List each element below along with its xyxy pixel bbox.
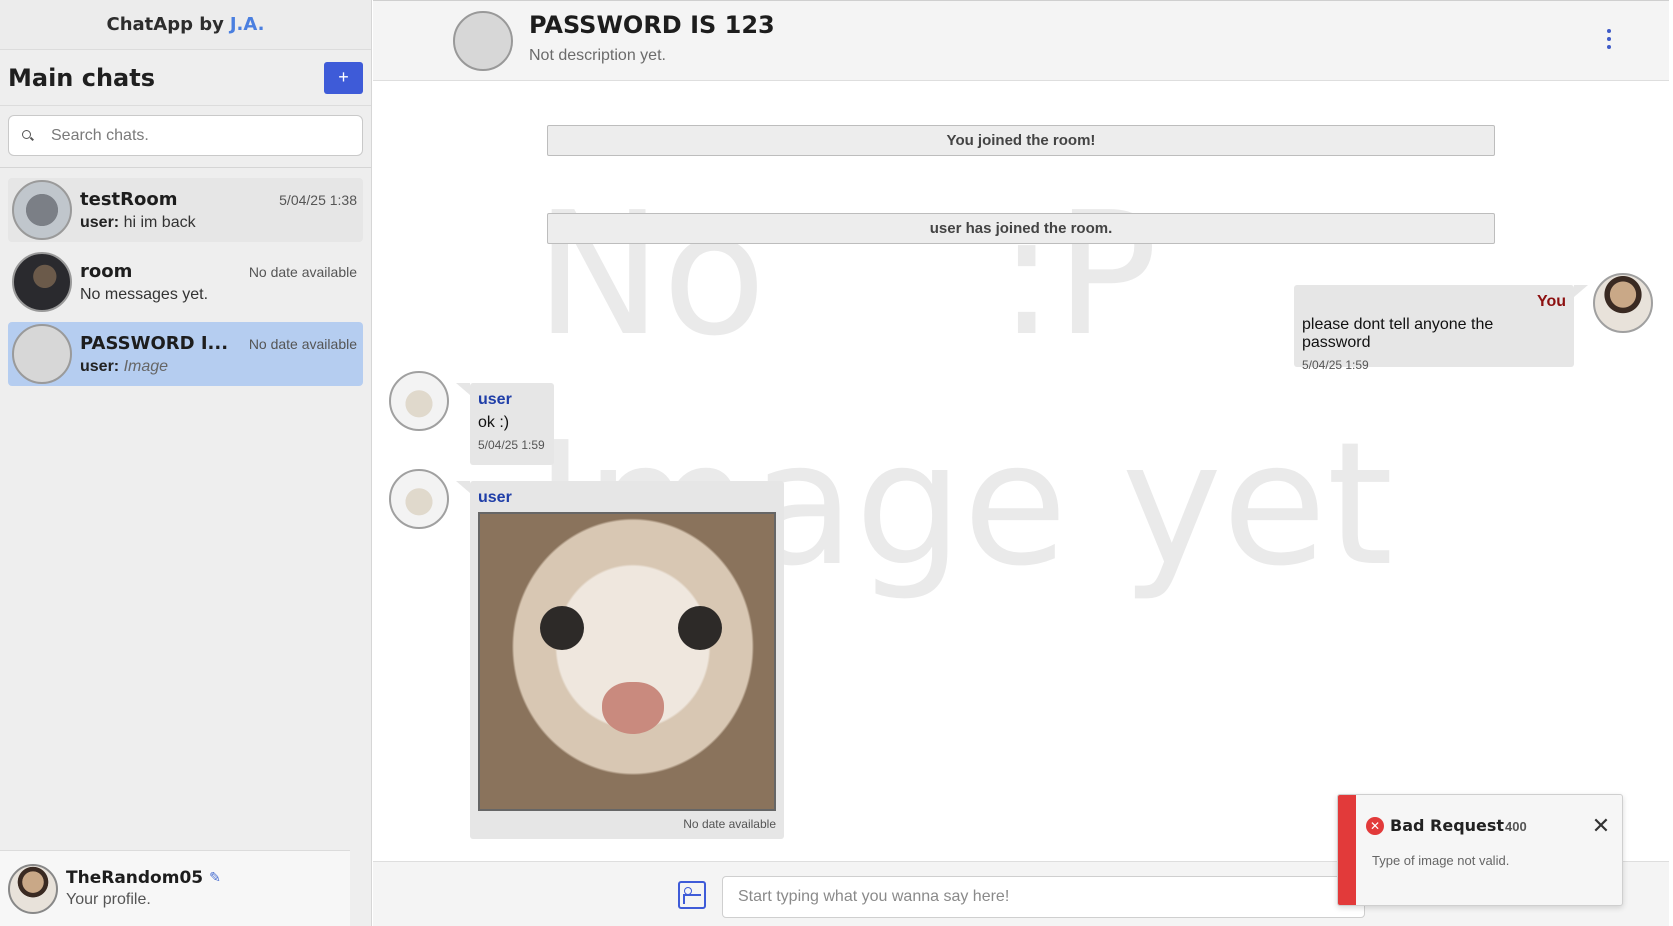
- close-icon[interactable]: ✕: [1590, 815, 1612, 837]
- app-author: J.A.: [229, 14, 265, 35]
- message-time: 5/04/25 1:59: [478, 438, 545, 452]
- message-sender: user: [478, 489, 512, 506]
- chat-last-message: user: Image: [80, 358, 357, 376]
- user-message: user ok :) 5/04/25 1:59: [456, 383, 554, 465]
- add-chat-button[interactable]: +: [324, 61, 363, 94]
- chat-list: testRoom 5/04/25 1:38 user: hi im back r…: [0, 168, 371, 386]
- chat-date: 5/04/25 1:38: [279, 191, 357, 208]
- message-sender: user: [478, 391, 512, 408]
- image-upload-icon[interactable]: [678, 881, 706, 909]
- search-bar: [0, 106, 371, 168]
- room-title: PASSWORD IS 123: [529, 11, 775, 39]
- chat-avatar: [12, 180, 72, 240]
- error-toast: ✕ Bad Request 400 Type of image not vali…: [1337, 794, 1623, 906]
- image-detail: [602, 682, 664, 734]
- chat-last-text: hi im back: [123, 213, 196, 231]
- profile-name: TheRandom05: [66, 868, 204, 888]
- room-avatar: [453, 11, 513, 71]
- main-chats-header: Main chats +: [0, 50, 371, 106]
- search-box: [8, 115, 363, 156]
- own-avatar: [1593, 273, 1653, 333]
- sidebar: ChatApp by J.A. Main chats + testRoom 5/…: [0, 0, 372, 926]
- app-title-text: ChatApp by: [106, 14, 224, 35]
- pencil-icon[interactable]: ✎: [209, 870, 221, 886]
- profile-section[interactable]: TheRandom05 ✎ Your profile.: [0, 850, 350, 926]
- room-description: Not description yet.: [529, 47, 666, 64]
- more-options-icon[interactable]: [1605, 29, 1613, 53]
- chat-date: No date available: [248, 263, 357, 280]
- chat-name: room: [80, 260, 133, 282]
- chat-name: testRoom: [80, 188, 178, 210]
- image-detail: [678, 606, 722, 650]
- app-title: ChatApp by J.A.: [0, 0, 371, 50]
- search-icon: [21, 129, 35, 143]
- system-message: You joined the room!: [547, 125, 1495, 156]
- chat-item-room[interactable]: room No date available No messages yet.: [8, 250, 363, 314]
- chat-avatar: [12, 252, 72, 312]
- image-detail: [540, 606, 584, 650]
- toast-code: 400: [1505, 819, 1527, 834]
- toast-title: Bad Request: [1390, 816, 1505, 835]
- room-header: PASSWORD IS 123 Not description yet.: [373, 0, 1669, 81]
- error-icon: ✕: [1366, 817, 1384, 835]
- toast-message: Type of image not valid.: [1372, 853, 1510, 868]
- message-sender: You: [1536, 293, 1566, 310]
- message-time: No date available: [683, 817, 776, 831]
- main-chats-heading: Main chats: [8, 63, 156, 92]
- chat-name: PASSWORD I...: [80, 332, 229, 354]
- profile-name-row: TheRandom05 ✎: [66, 868, 221, 888]
- message-input[interactable]: [722, 876, 1365, 918]
- user-avatar: [389, 469, 449, 529]
- chat-last-sender: user:: [80, 213, 120, 231]
- chat-panel: PASSWORD IS 123 Not description yet. No …: [373, 0, 1673, 926]
- chat-date: No date available: [248, 335, 357, 352]
- profile-avatar: [8, 863, 58, 914]
- user-avatar: [389, 371, 449, 431]
- toast-accent-bar: [1338, 795, 1356, 905]
- chat-last-text: Image: [123, 357, 169, 375]
- chat-item-password[interactable]: PASSWORD I... No date available user: Im…: [8, 322, 363, 386]
- chat-item-testroom[interactable]: testRoom 5/04/25 1:38 user: hi im back: [8, 178, 363, 242]
- chat-avatar: [12, 324, 72, 384]
- search-input[interactable]: [51, 126, 351, 145]
- message-text: ok :): [478, 414, 510, 431]
- message-text: please dont tell anyone the password: [1302, 316, 1494, 351]
- system-message: user has joined the room.: [547, 213, 1495, 244]
- own-message: You please dont tell anyone the password…: [1294, 285, 1588, 372]
- chat-last-message: user: hi im back: [80, 214, 357, 232]
- profile-subtitle: Your profile.: [66, 891, 151, 908]
- chat-last-sender: user:: [80, 357, 120, 375]
- shared-image[interactable]: [478, 512, 776, 811]
- message-time: 5/04/25 1:59: [1302, 358, 1369, 372]
- chat-last-message: No messages yet.: [80, 285, 209, 303]
